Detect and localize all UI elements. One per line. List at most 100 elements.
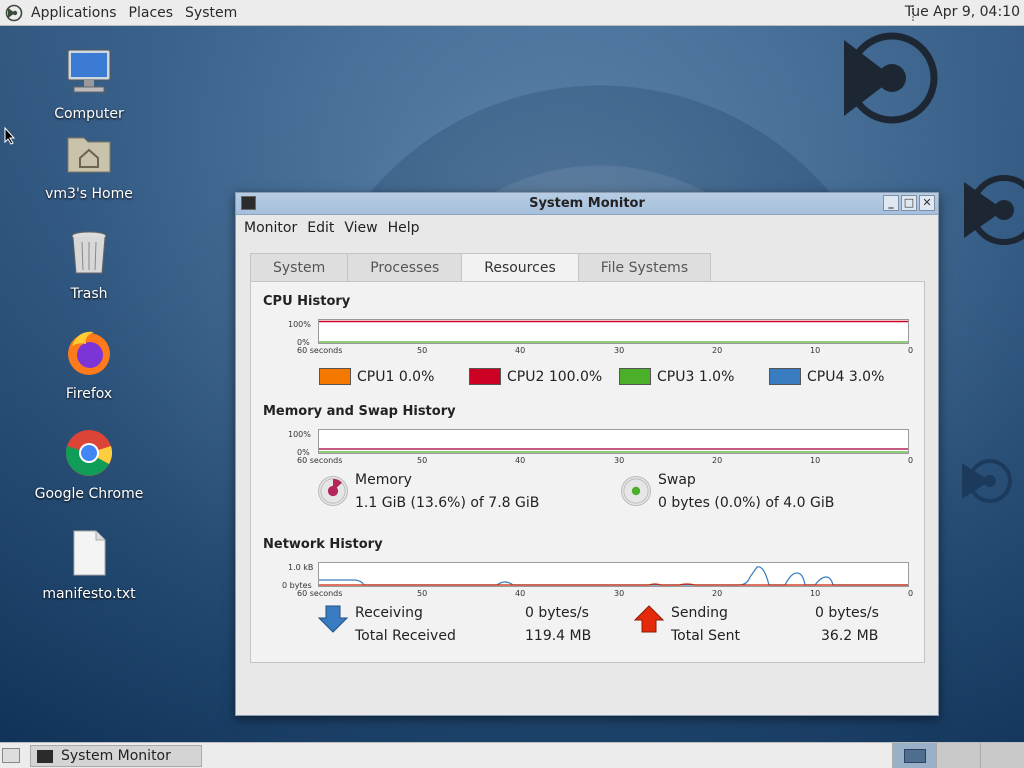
mem-y-top-label: 100% [288, 430, 311, 439]
receiving-arrow-icon[interactable] [318, 604, 348, 634]
x-tick-label: 50 [417, 456, 428, 465]
cpu4-name: CPU4 [807, 368, 845, 385]
cpu3-legend[interactable]: CPU3 1.0% [619, 368, 734, 385]
swap-value: 0 bytes (0.0%) of 4.0 GiB [658, 495, 835, 511]
taskbar-label: System Monitor [61, 748, 171, 764]
memory-pie-icon[interactable] [318, 476, 348, 506]
taskbar-system-monitor[interactable]: System Monitor [30, 745, 202, 767]
x-tick-label: 0 [908, 589, 914, 598]
desktop-icon-firefox[interactable]: Firefox [29, 328, 149, 402]
mouse-pointer-icon [4, 127, 16, 145]
cpu1-color-swatch[interactable] [319, 368, 351, 385]
text-file-icon [73, 530, 106, 576]
cpu4-color-swatch[interactable] [769, 368, 801, 385]
x-tick-label: 20 [712, 589, 723, 598]
menu-applications[interactable]: Applications [25, 5, 123, 21]
menu-system[interactable]: System [179, 5, 243, 21]
tab-file-systems[interactable]: File Systems [577, 253, 712, 281]
cpu1-value: 0.0% [398, 368, 435, 385]
workspace-2[interactable] [936, 743, 980, 768]
memory-x-axis: 60 seconds 50 40 30 20 10 0 [297, 456, 913, 466]
desktop-icon-label: Trash [70, 286, 108, 302]
send-line [319, 583, 908, 586]
tab-bar: System Processes Resources File Systems [250, 253, 712, 282]
x-tick-label: 30 [614, 456, 625, 465]
x-tick-label: 40 [515, 589, 526, 598]
home-folder-icon [67, 137, 111, 173]
sending-arrow-icon[interactable] [634, 604, 664, 634]
desktop-icon-home[interactable]: vm3's Home [29, 128, 149, 202]
tab-system[interactable]: System [250, 253, 349, 281]
desktop-icon-manifesto[interactable]: manifesto.txt [29, 528, 149, 602]
net-y-top-label: 1.0 kB [288, 563, 314, 572]
menu-edit[interactable]: Edit [302, 220, 339, 236]
distro-logo-icon[interactable] [5, 4, 23, 22]
cpu-history-title: CPU History [263, 294, 351, 309]
system-monitor-app-icon[interactable] [241, 196, 256, 210]
memory-graph-lines [319, 448, 908, 453]
trash-icon [71, 231, 107, 274]
x-tick-label: 0 [908, 346, 914, 355]
cpu-graph-lines [319, 320, 908, 343]
swap-label: Swap [658, 472, 696, 488]
x-tick-label: 50 [417, 346, 428, 355]
window-controls: _ □ ✕ [883, 195, 935, 211]
x-tick-label: 60 seconds [297, 589, 343, 598]
cpu2-legend[interactable]: CPU2 100.0% [469, 368, 602, 385]
menu-view[interactable]: View [339, 220, 382, 236]
memory-value: 1.1 GiB (13.6%) of 7.8 GiB [355, 495, 540, 511]
x-tick-label: 30 [614, 589, 625, 598]
show-desktop-button[interactable] [2, 748, 20, 763]
x-tick-label: 50 [417, 589, 428, 598]
desktop-icon-chrome[interactable]: Google Chrome [29, 428, 149, 502]
workspace-3[interactable] [980, 743, 1024, 768]
workspace-1[interactable] [892, 743, 936, 768]
desktop-logo-small [962, 459, 1012, 503]
bottom-panel: System Monitor [0, 742, 1024, 768]
desktop-icon-label: Firefox [65, 386, 113, 402]
x-tick-label: 60 seconds [297, 456, 343, 465]
cpu2-name: CPU2 [507, 368, 545, 385]
tab-processes[interactable]: Processes [347, 253, 463, 281]
desktop-icon-computer[interactable]: Computer [29, 48, 149, 122]
sending-value: 0 bytes/s [815, 605, 879, 621]
memory-history-graph [318, 429, 909, 454]
cpu1-legend[interactable]: CPU1 0.0% [319, 368, 434, 385]
x-tick-label: 10 [810, 346, 821, 355]
cpu3-color-swatch[interactable] [619, 368, 651, 385]
desktop-icon-label: manifesto.txt [42, 586, 136, 602]
cpu4-legend[interactable]: CPU4 3.0% [769, 368, 884, 385]
network-history-title: Network History [263, 537, 383, 552]
close-button[interactable]: ✕ [919, 195, 935, 211]
clock[interactable]: Tue Apr 9, 04:10 [905, 4, 1020, 20]
window-titlebar[interactable]: System Monitor _ □ ✕ [236, 193, 938, 215]
total-received-value: 119.4 MB [525, 628, 592, 644]
x-tick-label: 40 [515, 456, 526, 465]
menu-help[interactable]: Help [383, 220, 425, 236]
cpu-y-top-label: 100% [288, 320, 311, 329]
system-monitor-window: System Monitor _ □ ✕ Monitor Edit View H… [235, 192, 939, 716]
desktop-icon-label: Computer [54, 106, 124, 122]
cpu4-value: 3.0% [848, 368, 885, 385]
x-tick-label: 60 seconds [297, 346, 343, 355]
memory-history-title: Memory and Swap History [263, 404, 456, 419]
x-tick-label: 40 [515, 346, 526, 355]
receive-line [319, 566, 908, 586]
swap-pie-icon[interactable] [621, 476, 651, 506]
network-history-graph [318, 562, 909, 587]
tab-resources[interactable]: Resources [461, 253, 579, 282]
network-graph-lines [319, 566, 908, 586]
sending-label: Sending [671, 605, 728, 621]
network-x-axis: 60 seconds 50 40 30 20 10 0 [297, 589, 913, 599]
system-monitor-task-icon [37, 749, 53, 763]
chrome-icon [65, 430, 112, 476]
desktop-logo-large [844, 32, 938, 124]
menu-monitor[interactable]: Monitor [239, 220, 302, 236]
maximize-button[interactable]: □ [901, 195, 917, 211]
menu-places[interactable]: Places [123, 5, 180, 21]
minimize-button[interactable]: _ [883, 195, 899, 211]
x-tick-label: 20 [712, 346, 723, 355]
cpu2-color-swatch[interactable] [469, 368, 501, 385]
desktop-icon-trash[interactable]: Trash [29, 228, 149, 302]
receiving-value: 0 bytes/s [525, 605, 589, 621]
